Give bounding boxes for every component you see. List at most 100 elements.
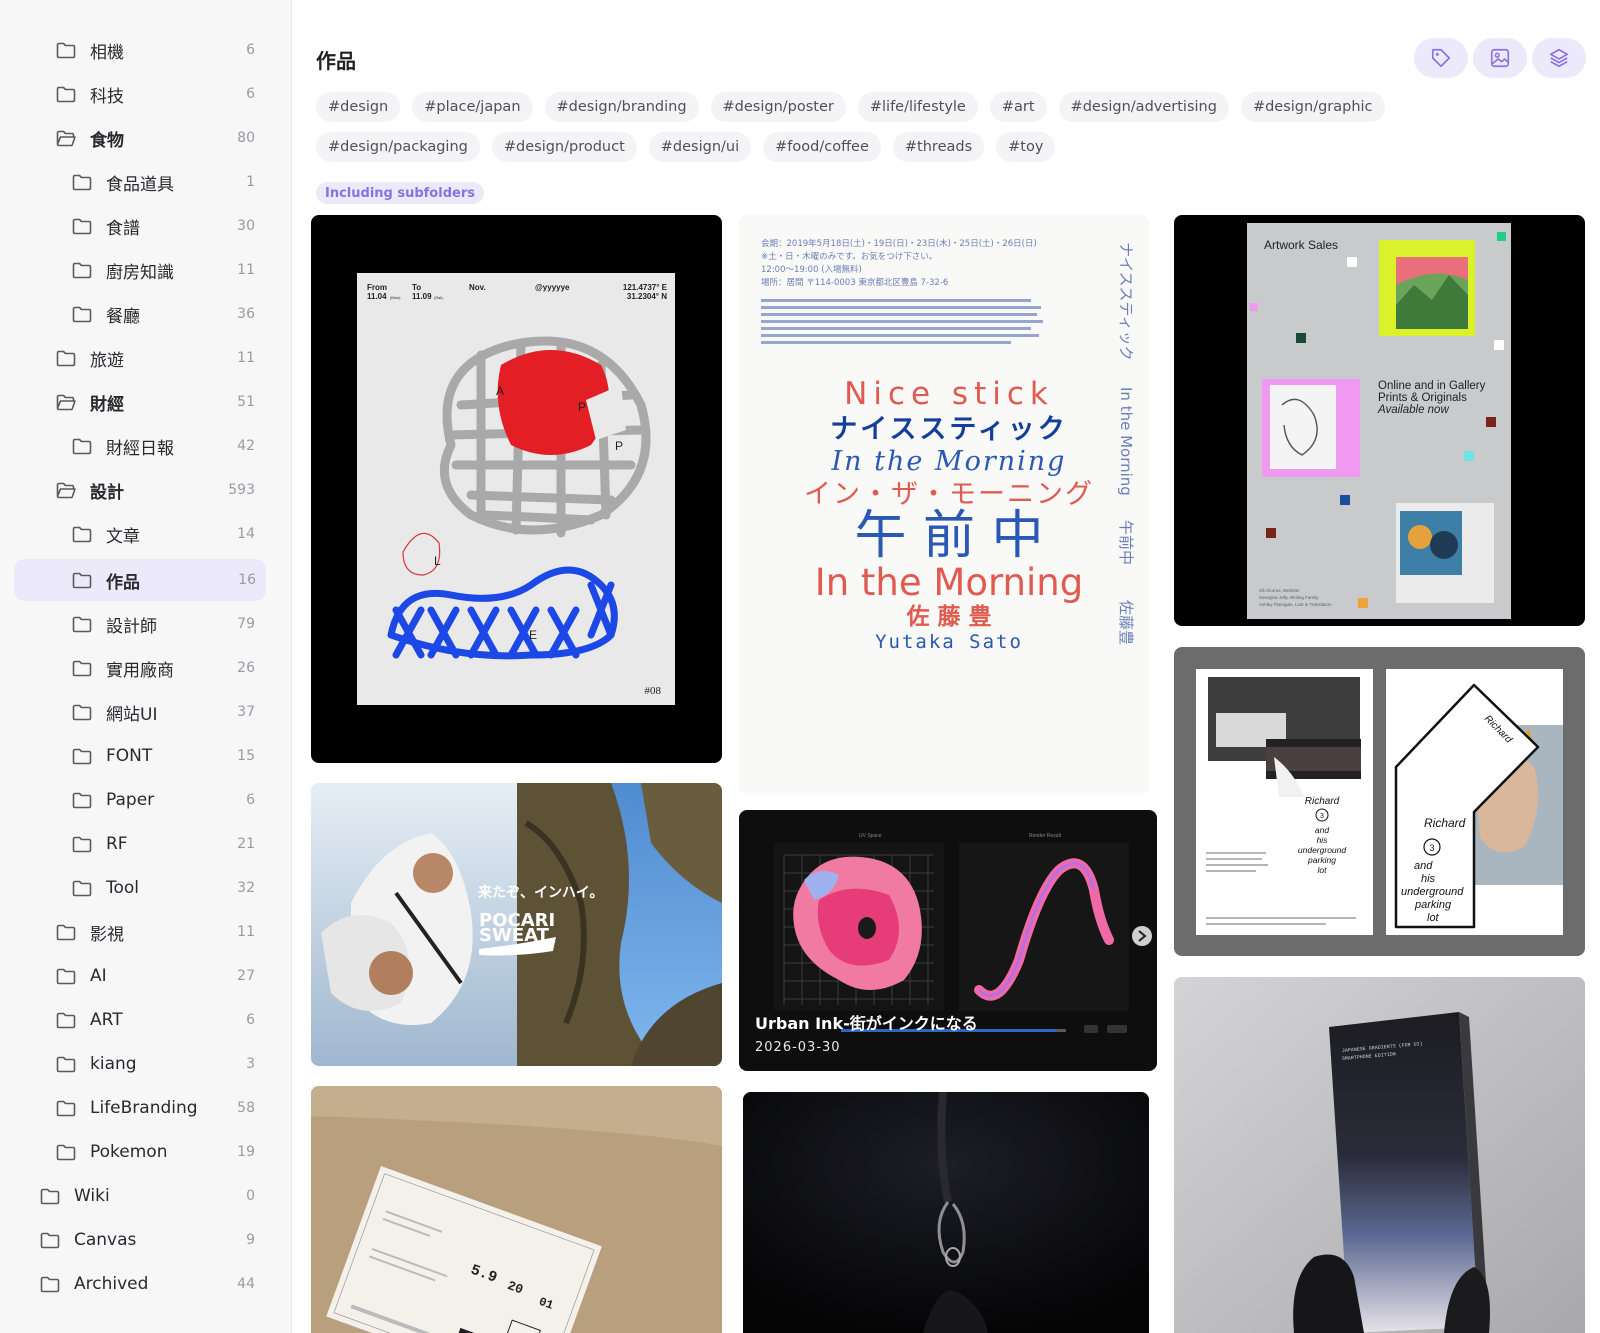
sidebar-folder-lifebranding[interactable]: LifeBranding 58 — [56, 1087, 265, 1129]
tag-chip[interactable]: #design/product — [491, 132, 637, 162]
sidebar-folder-food[interactable]: 食物 80 — [56, 117, 265, 159]
sidebar-folder-recipes[interactable]: 食譜 30 — [72, 205, 265, 247]
folder-icon — [72, 704, 92, 721]
sidebar-folder-designers[interactable]: 設計師 79 — [72, 603, 265, 645]
tag-filter-button[interactable] — [1414, 38, 1468, 78]
folder-label: 文章 — [106, 526, 140, 547]
artwork-card-phone-gradient[interactable]: JAPANESE GRADIENTS (FOR UI) SMARTPHONE E… — [1174, 977, 1585, 1333]
sales-title: Artwork Sales — [1264, 238, 1338, 252]
sidebar-folder-finance-daily[interactable]: 財經日報 42 — [72, 425, 265, 467]
sidebar-folder-vendors[interactable]: 實用廠商 26 — [72, 647, 265, 689]
artwork-card-pocari[interactable]: 来たぞ、インハイ。 POCARI SWEAT — [311, 783, 722, 1066]
folder-icon — [72, 792, 92, 809]
folder-label: 實用廠商 — [106, 660, 174, 681]
folder-count: 6 — [246, 792, 255, 808]
sidebar-folder-ai[interactable]: AI 27 — [56, 955, 265, 997]
poster-line6: In the Morning — [815, 561, 1083, 604]
folder-label: 廚房知識 — [106, 262, 174, 283]
poster-line5: 午 前 中 — [854, 506, 1043, 566]
folder-icon — [56, 1100, 76, 1117]
folder-count: 27 — [237, 968, 255, 984]
tag-chip[interactable]: #food/coffee — [763, 132, 881, 162]
sidebar-folder-articles[interactable]: 文章 14 — [72, 513, 265, 555]
artwork-card-richard-book[interactable]: Richard 3 and his underground parking lo… — [1174, 647, 1585, 956]
folder-label: 旅遊 — [90, 350, 124, 371]
tag-chip[interactable]: #design — [316, 92, 401, 122]
folder-count: 58 — [237, 1100, 255, 1116]
poster-to-day: (Sat) — [434, 295, 443, 300]
sidebar-folder-finance[interactable]: 財經 51 — [56, 381, 265, 423]
tag-chip[interactable]: #design/ui — [648, 132, 752, 162]
apple-poster-image: From 11.04 (Mon) To 11.09 (Sat) Nov. @yy… — [357, 273, 675, 705]
tag-chip[interactable]: #place/japan — [412, 92, 533, 122]
tag-chip[interactable]: #threads — [892, 132, 985, 162]
sidebar-folder-restaurants[interactable]: 餐廳 36 — [72, 293, 265, 335]
folder-count: 36 — [237, 306, 255, 322]
richard-num: 3 — [1320, 813, 1324, 820]
sidebar-folder-rf[interactable]: RF 21 — [72, 823, 265, 865]
tag-chip[interactable]: #design/branding — [544, 92, 699, 122]
poster-vertical4: 佐藤豊 — [1117, 600, 1135, 645]
sidebar-folder-art[interactable]: ART 6 — [56, 999, 265, 1041]
sidebar-folder-camera[interactable]: 相機 6 — [56, 29, 265, 71]
folder-label: ART — [90, 1010, 123, 1030]
folder-count: 21 — [237, 836, 255, 852]
folder-count: 6 — [246, 42, 255, 58]
tag-chip[interactable]: #life/lifestyle — [857, 92, 978, 122]
artwork-card-ticket[interactable]: 5.9 20 01 AI — [311, 1086, 722, 1333]
ticket-image: 5.9 20 01 AI — [311, 1086, 722, 1333]
folder-label: Archived — [74, 1274, 149, 1294]
folder-label: Tool — [106, 878, 140, 898]
sidebar-folder-food-tools[interactable]: 食品道具 1 — [72, 161, 265, 203]
folder-count: 11 — [237, 350, 255, 366]
sidebar-folder-tool[interactable]: Tool 32 — [72, 867, 265, 909]
folder-label: 餐廳 — [106, 306, 140, 327]
artwork-card-nice-stick-poster[interactable]: 会期：2019年5月18日(土)・19日(日)・23日(木)・25日(土)・26… — [739, 215, 1149, 795]
sidebar: 相機 6 科技 6 食物 80 食品道具 1 食譜 30 廚房知識 11 餐廳 … — [0, 0, 292, 1333]
sidebar-folder-travel[interactable]: 旅遊 11 — [56, 337, 265, 379]
sales-line3: Available now — [1377, 404, 1449, 416]
richard-name: Richard — [1305, 796, 1340, 807]
sidebar-folder-kitchen[interactable]: 廚房知識 11 — [72, 249, 265, 291]
sidebar-folder-kiang[interactable]: kiang 3 — [56, 1043, 265, 1085]
poster-to: To — [412, 283, 421, 292]
sidebar-folder-tech[interactable]: 科技 6 — [56, 73, 265, 115]
subfolder-filter-badge[interactable]: Including subfolders — [316, 182, 484, 204]
sidebar-folder-works[interactable]: 作品 16 — [14, 559, 266, 601]
sidebar-folder-canvas[interactable]: Canvas 9 — [40, 1219, 265, 1261]
tag-chip[interactable]: #art — [989, 92, 1047, 122]
artwork-card-urban-ink[interactable]: UV Space Render Result Urban Ink-街がインクにな… — [739, 810, 1157, 1071]
layers-button[interactable] — [1532, 38, 1586, 78]
folder-icon — [56, 924, 76, 941]
folder-count: 9 — [246, 1232, 255, 1248]
sidebar-folder-design[interactable]: 設計 593 — [56, 469, 265, 511]
poster-handle: @yyyyye — [535, 283, 570, 292]
sidebar-folder-archived[interactable]: Archived 44 — [40, 1263, 265, 1305]
artwork-card-artwork-sales[interactable]: Artwork Sales Online and in Gallery Prin… — [1174, 215, 1585, 626]
phone-gradient-image: JAPANESE GRADIENTS (FOR UI) SMARTPHONE E… — [1174, 977, 1585, 1333]
sidebar-folder-web-ui[interactable]: 網站UI 37 — [72, 691, 265, 733]
tag-chip[interactable]: #design/advertising — [1058, 92, 1229, 122]
tag-chip[interactable]: #design/graphic — [1240, 92, 1385, 122]
tag-chip[interactable]: #toy — [996, 132, 1056, 162]
folder-label: FONT — [106, 746, 153, 766]
sidebar-folder-paper[interactable]: Paper 6 — [72, 779, 265, 821]
svg-text:Richard: Richard — [1424, 816, 1466, 830]
folder-icon — [56, 968, 76, 985]
folder-icon — [72, 526, 92, 543]
sidebar-folder-font[interactable]: FONT 15 — [72, 735, 265, 777]
poster-line7: 佐 藤 豊 — [905, 603, 991, 630]
tag-chip[interactable]: #design/packaging — [316, 132, 480, 162]
sidebar-folder-pokemon[interactable]: Pokemon 19 — [56, 1131, 265, 1173]
folder-count: 6 — [246, 1012, 255, 1028]
artwork-card-apple-poster[interactable]: From 11.04 (Mon) To 11.09 (Sat) Nov. @yy… — [311, 215, 722, 763]
svg-text:parking: parking — [1307, 855, 1336, 865]
sidebar-folder-film[interactable]: 影視 11 — [56, 911, 265, 953]
folder-label: 網站UI — [106, 704, 158, 725]
folder-open-icon — [56, 130, 76, 147]
artwork-card-dark-clip[interactable] — [743, 1092, 1149, 1333]
sidebar-folder-wiki[interactable]: Wiki 0 — [40, 1175, 265, 1217]
poster-vertical2: In the Morning — [1117, 387, 1135, 496]
tag-chip[interactable]: #design/poster — [710, 92, 846, 122]
image-filter-button[interactable] — [1473, 38, 1527, 78]
